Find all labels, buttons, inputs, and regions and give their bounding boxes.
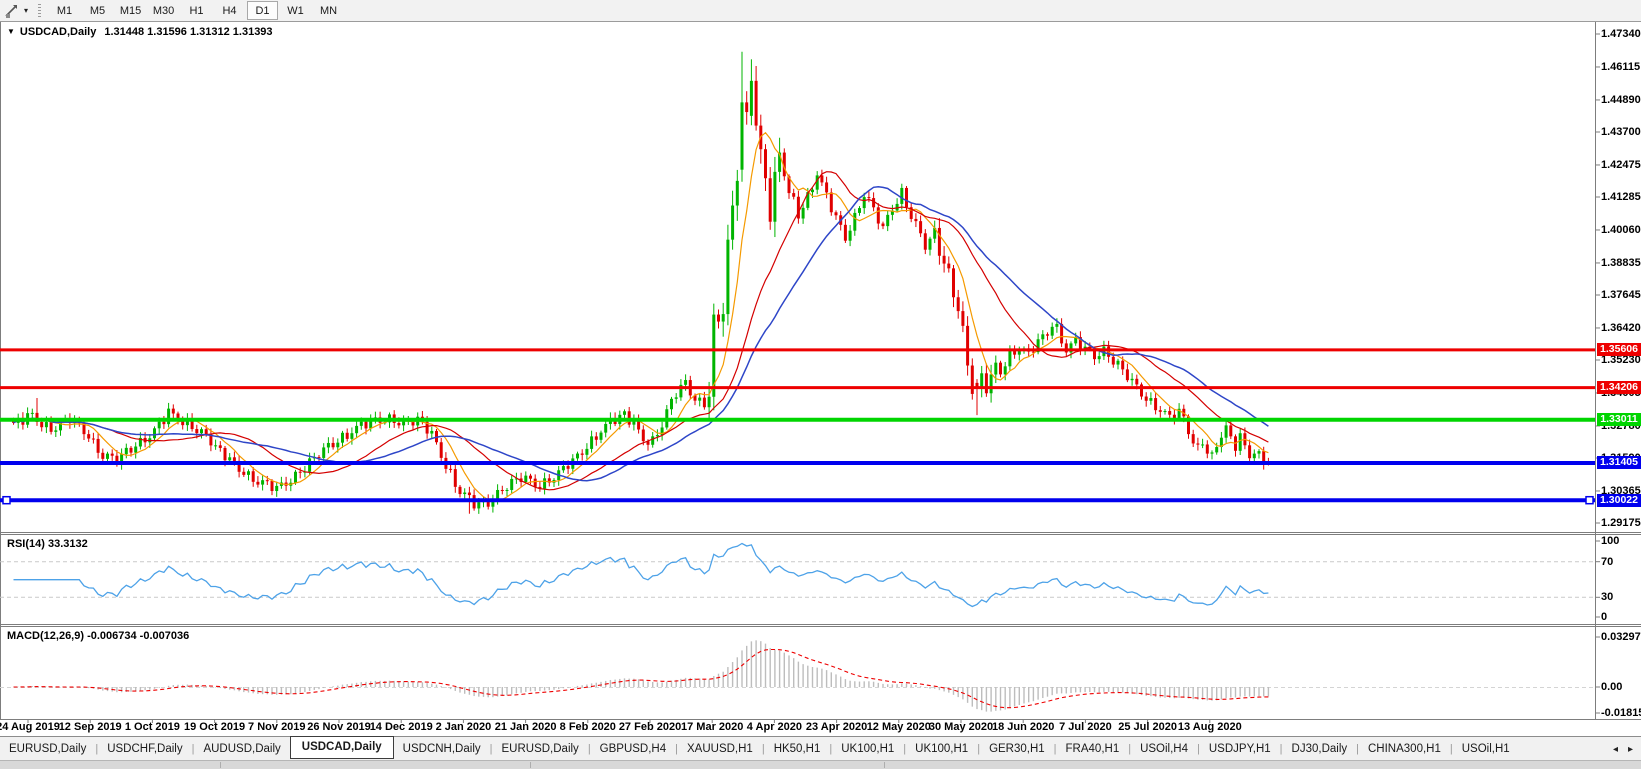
date-tick-label: 7 Nov 2019 — [248, 721, 305, 733]
tab-dj30-daily[interactable]: DJ30,Daily — [1283, 740, 1357, 758]
hline-drag-handle[interactable] — [1586, 497, 1593, 504]
macd-tick-label: 0.00 — [1601, 681, 1622, 693]
tab-scroll-left-icon[interactable]: ◂ — [1613, 744, 1618, 755]
timeframe-button-D1[interactable]: D1 — [247, 1, 278, 20]
macd-tick-label: 0.032972 — [1601, 631, 1641, 643]
timeframe-buttons: M1M5M15M30H1H4D1W1MN — [48, 1, 345, 20]
timeframe-button-M5[interactable]: M5 — [82, 1, 113, 20]
chart-ohlc-values: 1.31448 1.31596 1.31312 1.31393 — [104, 26, 272, 38]
date-tick-label: 21 Jan 2020 — [495, 721, 557, 733]
macd-signal-line — [14, 650, 1269, 708]
tab-usoil-h4[interactable]: USOil,H4 — [1131, 740, 1197, 758]
tab-fra40-h1[interactable]: FRA40,H1 — [1057, 740, 1129, 758]
tab-eurusd-daily[interactable]: EURUSD,Daily — [0, 740, 95, 758]
tab-uk100-h1[interactable]: UK100,H1 — [832, 740, 903, 758]
macd-tick-label: -0.018154 — [1601, 707, 1641, 719]
price-tick-label: 1.46115 — [1601, 61, 1640, 73]
date-tick-label: 12 May 2020 — [867, 721, 931, 733]
price-tick-label: 1.42475 — [1601, 159, 1641, 171]
tab-eurusd-daily[interactable]: EURUSD,Daily — [492, 740, 587, 758]
tab-usdcnh-daily[interactable]: USDCNH,Daily — [394, 740, 490, 758]
date-tick-label: 1 Oct 2019 — [125, 721, 180, 733]
tab-scroll-right-icon[interactable]: ▸ — [1628, 744, 1633, 755]
timeframe-button-MN[interactable]: MN — [313, 1, 344, 20]
timeframe-button-M1[interactable]: M1 — [49, 1, 80, 20]
chart-menu-triangle-icon[interactable]: ▼ — [7, 27, 15, 36]
date-tick-label: 14 Dec 2019 — [370, 721, 433, 733]
status-separator — [220, 762, 221, 768]
price-line-badge: 1.30022 — [1597, 494, 1641, 507]
price-tick-label: 1.38835 — [1601, 257, 1641, 269]
hline-drag-handle[interactable] — [3, 497, 10, 504]
tab-xauusd-h1[interactable]: XAUUSD,H1 — [678, 740, 762, 758]
date-tick-label: 25 Jul 2020 — [1118, 721, 1177, 733]
date-tick-label: 7 Jul 2020 — [1059, 721, 1112, 733]
date-tick-label: 18 Jun 2020 — [992, 721, 1054, 733]
date-tick-label: 4 Apr 2020 — [747, 721, 802, 733]
tab-hk50-h1[interactable]: HK50,H1 — [765, 740, 830, 758]
date-tick-label: 17 Mar 2020 — [681, 721, 743, 733]
date-tick-label: 23 Apr 2020 — [806, 721, 867, 733]
price-line-badge: 1.35606 — [1597, 343, 1641, 356]
rsi-tick-label: 30 — [1601, 591, 1613, 603]
price-tick-label: 1.41285 — [1601, 191, 1641, 203]
tab-uk100-h1[interactable]: UK100,H1 — [906, 740, 977, 758]
date-tick-label: 13 Aug 2020 — [1178, 721, 1242, 733]
date-tick-label: 12 Sep 2019 — [59, 721, 122, 733]
rsi-indicator-label: RSI(14) 33.3132 — [7, 538, 88, 550]
price-line-badge: 1.31405 — [1597, 456, 1641, 469]
rsi-tick-label: 0 — [1601, 611, 1607, 623]
tab-usoil-h1[interactable]: USOil,H1 — [1453, 740, 1519, 758]
mt4-terminal: { "toolbar": { "timeframes": ["M1","M5",… — [0, 0, 1641, 768]
rsi-tick-label: 100 — [1601, 535, 1619, 547]
toolbar-grip-handle[interactable] — [38, 4, 41, 18]
timeframe-button-M15[interactable]: M15 — [115, 1, 146, 20]
tab-usdjpy-h1[interactable]: USDJPY,H1 — [1200, 740, 1280, 758]
timeframe-button-H4[interactable]: H4 — [214, 1, 245, 20]
price-tick-label: 1.43700 — [1601, 126, 1641, 138]
timeframe-button-W1[interactable]: W1 — [280, 1, 311, 20]
trendline-tool-icon — [4, 3, 20, 19]
date-tick-label: 8 Feb 2020 — [560, 721, 616, 733]
symbol-tab-bar: EURUSD,Daily|USDCHF,Daily|AUDUSD,DailyUS… — [0, 736, 1641, 761]
price-line-badge: 1.33011 — [1597, 413, 1641, 426]
dropdown-caret-icon[interactable]: ▾ — [24, 6, 28, 15]
tab-gbpusd-h4[interactable]: GBPUSD,H4 — [591, 740, 675, 758]
chart-title: ▼ USDCAD,Daily 1.31448 1.31596 1.31312 1.3… — [7, 26, 273, 38]
date-tick-label: 27 Feb 2020 — [619, 721, 681, 733]
date-tick-label: 2 Jan 2020 — [436, 721, 492, 733]
timeframe-button-H1[interactable]: H1 — [181, 1, 212, 20]
status-separator — [530, 762, 531, 768]
date-tick-label: 30 May 2020 — [929, 721, 993, 733]
tab-audusd-daily[interactable]: AUDUSD,Daily — [194, 740, 289, 758]
price-line-badge: 1.34206 — [1597, 381, 1641, 394]
tab-ger30-h1[interactable]: GER30,H1 — [980, 740, 1054, 758]
date-tick-label: 26 Nov 2019 — [307, 721, 371, 733]
chart-symbol-label: USDCAD,Daily — [20, 26, 96, 38]
ma-medium-line — [14, 172, 1269, 490]
price-tick-label: 1.37645 — [1601, 289, 1641, 301]
tab-usdchf-daily[interactable]: USDCHF,Daily — [98, 740, 191, 758]
price-tick-label: 1.36420 — [1601, 322, 1641, 334]
price-tick-label: 1.44890 — [1601, 94, 1641, 106]
price-tick-label: 1.47340 — [1601, 28, 1641, 40]
candlestick-series — [12, 52, 1270, 514]
status-separator — [884, 762, 885, 768]
price-tick-label: 1.40060 — [1601, 224, 1641, 236]
tab-china300-h1[interactable]: CHINA300,H1 — [1359, 740, 1450, 758]
macd-indicator-label: MACD(12,26,9) -0.006734 -0.007036 — [7, 630, 189, 642]
chart-canvas[interactable] — [0, 0, 1641, 768]
horizontal-line-objects[interactable] — [0, 350, 1595, 504]
rsi-tick-label: 70 — [1601, 556, 1613, 568]
price-tick-label: 1.29175 — [1601, 517, 1641, 529]
date-tick-label: 24 Aug 2019 — [0, 721, 60, 733]
date-tick-label: 19 Oct 2019 — [184, 721, 245, 733]
tab-scroll-arrows: ◂▸ — [1613, 744, 1641, 755]
ma-fast-line — [14, 133, 1269, 501]
macd-histogram — [14, 640, 1269, 711]
timeframe-toolbar: ▾ M1M5M15M30H1H4D1W1MN — [0, 0, 1641, 22]
tab-usdcad-daily[interactable]: USDCAD,Daily — [290, 736, 394, 759]
timeframe-button-M30[interactable]: M30 — [148, 1, 179, 20]
draw-tool-button[interactable]: ▾ — [0, 3, 32, 19]
